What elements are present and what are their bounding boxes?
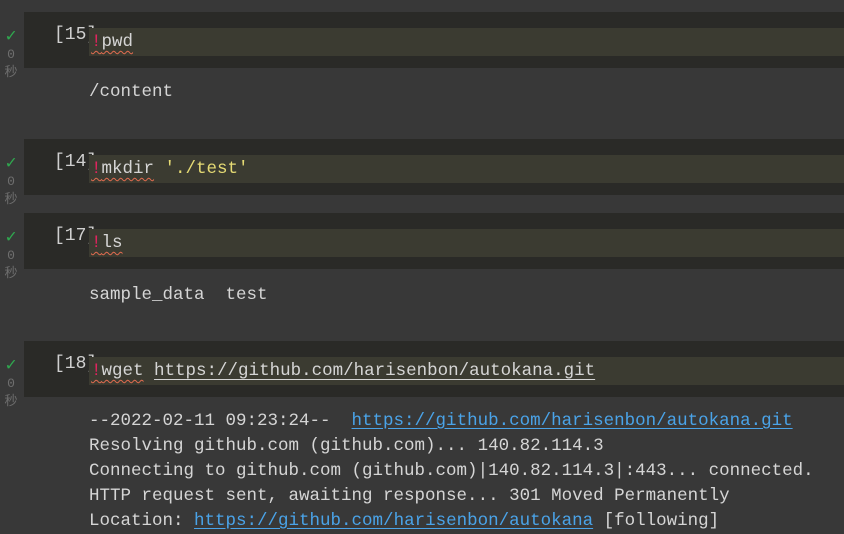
cell-status: ✓ 0 秒 (0, 28, 22, 82)
cell-status: ✓ 0 秒 (0, 229, 22, 283)
check-icon: ✓ (5, 356, 17, 376)
output-link[interactable]: https://github.com/harisenbon/autokana.g… (352, 411, 793, 431)
cell-output: /content (89, 82, 174, 102)
code-editor[interactable]: !wget https://github.com/harisenbon/auto… (89, 357, 844, 385)
cell-output: --2022-02-11 09:23:24-- https://github.c… (89, 411, 814, 531)
cell-status: ✓ 0 秒 (0, 357, 22, 411)
cell-status: ✓ 0 秒 (0, 155, 22, 209)
code-editor[interactable]: !pwd (89, 28, 844, 56)
cell-output: sample_data test (89, 285, 268, 305)
output-link[interactable]: https://github.com/harisenbon/autokana (194, 511, 593, 531)
code-url[interactable]: https://github.com/harisenbon/autokana.g… (154, 361, 595, 381)
code-editor[interactable]: !mkdir './test' (89, 155, 844, 183)
check-icon: ✓ (5, 228, 17, 248)
check-icon: ✓ (5, 154, 17, 174)
check-icon: ✓ (5, 27, 17, 47)
code-editor[interactable]: !ls (89, 229, 844, 257)
